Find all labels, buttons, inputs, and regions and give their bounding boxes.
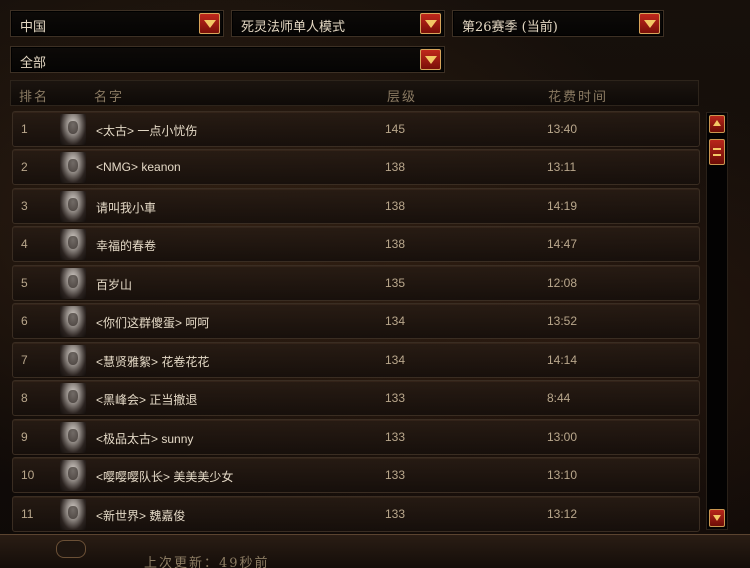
season-dropdown[interactable]: 第26赛季 (当前): [452, 10, 664, 37]
row-time: 13:11: [547, 160, 577, 174]
row-level: 138: [385, 199, 406, 213]
leaderboard-row[interactable]: 2 <NMG> keanon 138 13:11: [12, 149, 700, 185]
leaderboard-row[interactable]: 5 百岁山 135 12:08: [12, 265, 700, 301]
row-time: 13:00: [547, 430, 578, 444]
row-time: 14:14: [547, 353, 578, 367]
row-rank: 1: [21, 122, 28, 136]
row-time: 12:08: [547, 276, 578, 290]
leaderboard-row[interactable]: 10 <嘤嘤嘤队长> 美美美少女 133 13:10: [12, 457, 700, 493]
avatar: [60, 268, 86, 299]
row-rank: 9: [21, 430, 28, 444]
avatar: [60, 191, 86, 222]
avatar: [60, 306, 86, 337]
row-time: 14:47: [547, 237, 578, 251]
column-header-level[interactable]: 层级: [387, 86, 417, 105]
row-rank: 11: [21, 507, 34, 521]
row-level: 133: [385, 391, 406, 405]
leaderboard-row[interactable]: 11 <新世界> 魏嘉俊 133 13:12: [12, 496, 700, 532]
row-player-name: <黑峰会> 正当撤退: [96, 393, 198, 407]
column-header-name[interactable]: 名字: [94, 86, 124, 105]
row-time: 13:10: [547, 468, 578, 482]
chevron-down-icon[interactable]: [639, 13, 660, 34]
row-time: 8:44: [547, 391, 571, 405]
leaderboard-row[interactable]: 9 <极品太古> sunny 133 13:00: [12, 419, 700, 455]
row-player-name: 百岁山: [96, 278, 133, 292]
row-rank: 6: [21, 314, 28, 328]
row-time: 13:40: [547, 122, 578, 136]
avatar: [60, 460, 86, 491]
last-update-text: 上次更新：49秒前: [144, 556, 270, 568]
season-dropdown-value: 第26赛季 (当前): [462, 20, 558, 35]
avatar: [60, 152, 86, 183]
leaderboard-header: 排名 名字 层级 花费时间: [10, 80, 699, 106]
arrow-up-icon[interactable]: [709, 115, 725, 133]
leaderboard-row[interactable]: 4 幸福的春卷 138 14:47: [12, 226, 700, 262]
row-rank: 8: [21, 391, 28, 405]
row-player-name: <NMG> keanon: [96, 160, 181, 174]
row-level: 133: [385, 507, 406, 521]
row-time: 13:12: [547, 507, 578, 521]
chevron-down-icon[interactable]: [420, 13, 441, 34]
row-rank: 7: [21, 353, 28, 367]
footer-bar: [0, 534, 750, 568]
row-time: 14:19: [547, 199, 578, 213]
column-header-rank[interactable]: 排名: [19, 86, 49, 105]
avatar: [60, 383, 86, 414]
row-player-name: 幸福的春卷: [96, 239, 157, 253]
row-level: 133: [385, 430, 406, 444]
scrollbar-thumb[interactable]: [709, 139, 725, 165]
leaderboard-scrollbar[interactable]: [706, 112, 728, 530]
leaderboard-row[interactable]: 1 <太古> 一点小忧伤 145 13:40: [12, 111, 700, 147]
leaderboard-row[interactable]: 3 请叫我小車 138 14:19: [12, 188, 700, 224]
row-player-name: <嘤嘤嘤队长> 美美美少女: [96, 470, 234, 484]
row-player-name: <慧贤雅絮> 花卷花花: [96, 355, 210, 369]
class-mode-dropdown-value: 死灵法师单人模式: [241, 20, 346, 35]
leaderboard-row[interactable]: 7 <慧贤雅絮> 花卷花花 134 14:14: [12, 342, 700, 378]
row-player-name: <极品太古> sunny: [96, 432, 194, 446]
avatar: [60, 345, 86, 376]
row-player-name: <太古> 一点小忧伤: [96, 124, 198, 138]
avatar: [60, 499, 86, 530]
ornament-icon: [56, 540, 86, 558]
column-header-time[interactable]: 花费时间: [548, 86, 608, 105]
row-player-name: 请叫我小車: [96, 201, 157, 215]
row-rank: 4: [21, 237, 28, 251]
row-level: 133: [385, 468, 406, 482]
row-rank: 3: [21, 199, 28, 213]
avatar: [60, 422, 86, 453]
row-level: 145: [385, 122, 406, 136]
row-level: 134: [385, 314, 406, 328]
row-time: 13:52: [547, 314, 578, 328]
avatar: [60, 229, 86, 260]
region-dropdown-value: 中国: [20, 20, 47, 35]
class-mode-dropdown[interactable]: 死灵法师单人模式: [231, 10, 445, 37]
row-player-name: <新世界> 魏嘉俊: [96, 509, 186, 523]
avatar: [60, 114, 86, 145]
row-level: 135: [385, 276, 406, 290]
row-player-name: <你们这群傻蛋> 呵呵: [96, 316, 210, 330]
leaderboard-row[interactable]: 6 <你们这群傻蛋> 呵呵 134 13:52: [12, 303, 700, 339]
chevron-down-icon[interactable]: [199, 13, 220, 34]
scope-dropdown-value: 全部: [20, 56, 47, 71]
region-dropdown[interactable]: 中国: [10, 10, 224, 37]
row-level: 134: [385, 353, 406, 367]
row-level: 138: [385, 237, 406, 251]
row-rank: 5: [21, 276, 28, 290]
row-rank: 2: [21, 160, 28, 174]
row-level: 138: [385, 160, 406, 174]
chevron-down-icon[interactable]: [420, 49, 441, 70]
scope-dropdown[interactable]: 全部: [10, 46, 445, 73]
leaderboard-row[interactable]: 8 <黑峰会> 正当撤退 133 8:44: [12, 380, 700, 416]
arrow-down-icon[interactable]: [709, 509, 725, 527]
row-rank: 10: [21, 468, 35, 482]
